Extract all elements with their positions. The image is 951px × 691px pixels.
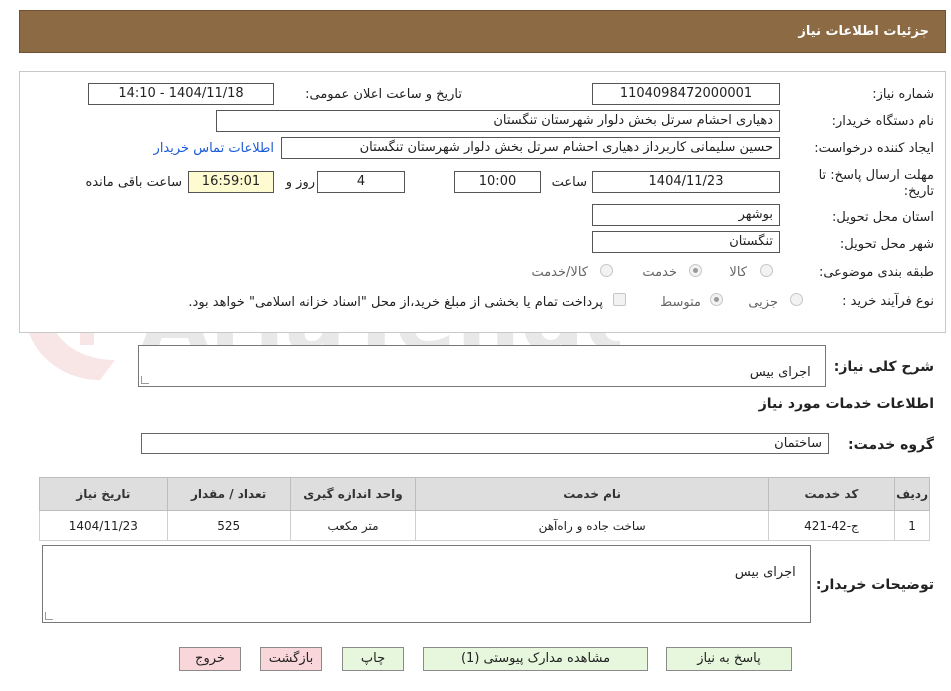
process-medium-radio[interactable] — [710, 293, 723, 306]
deadline-label-date: تاریخ: — [903, 184, 934, 199]
col-header-quantity: تعداد / مقدار — [166, 477, 291, 511]
col-header-unit: واحد اندازه گیری — [289, 477, 417, 511]
col-header-need-date: تاریخ نیاز — [39, 477, 168, 511]
creator-field: حسین سلیمانی کاربرداز دهیاری احشام سرتل … — [281, 137, 780, 159]
cell-quantity: 525 — [166, 510, 291, 541]
process-label: نوع فرآیند خرید : — [842, 294, 934, 309]
resize-handle[interactable] — [45, 612, 53, 620]
table-header-row: ردیف کد خدمت نام خدمت واحد اندازه گیری ت… — [39, 477, 930, 511]
category-label: طبقه بندی موضوعی: — [818, 265, 934, 280]
category-goods-service-label: کالا/خدمت — [531, 265, 588, 280]
category-service-label: خدمت — [642, 265, 677, 280]
services-table: ردیف کد خدمت نام خدمت واحد اندازه گیری ت… — [39, 477, 930, 541]
cell-service-name: ساخت جاده و راه‌آهن — [415, 510, 769, 541]
cell-row-number: 1 — [894, 510, 930, 541]
need-number-field: 1104098472000001 — [592, 83, 780, 105]
services-section-title: اطلاعات خدمات مورد نیاز — [758, 396, 934, 412]
buyer-notes-text: اجرای بیس — [734, 565, 796, 580]
days-field: 4 — [317, 171, 405, 193]
deadline-date-field: 1404/11/23 — [592, 171, 780, 193]
page-title: جزئیات اطلاعات نیاز — [798, 24, 929, 39]
category-goods-label: کالا — [729, 265, 747, 280]
page-header: جزئیات اطلاعات نیاز — [19, 10, 946, 53]
announce-field: 1404/11/18 - 14:10 — [88, 83, 274, 105]
buyer-notes-label: توضیحات خریدار: — [815, 577, 934, 593]
remaining-time-field: 16:59:01 — [188, 171, 274, 193]
days-label: روز و — [285, 175, 315, 190]
summary-text: اجرای بیس — [749, 365, 811, 380]
buyer-org-field: دهیاری احشام سرتل بخش دلوار شهرستان تنگس… — [216, 110, 780, 132]
back-button[interactable]: بازگشت — [260, 647, 322, 671]
service-group-field: ساختمان — [141, 433, 829, 454]
process-minor-radio[interactable] — [790, 293, 803, 306]
treasury-payment-note: پرداخت تمام یا بخشی از مبلغ خرید،از محل … — [188, 295, 603, 310]
col-header-row-number: ردیف — [894, 477, 930, 511]
deadline-time-field: 10:00 — [454, 171, 541, 193]
summary-label: شرح کلی نیاز: — [833, 359, 934, 375]
process-minor-label: جزیی — [748, 295, 778, 310]
print-button[interactable]: چاپ — [342, 647, 404, 671]
exit-button[interactable]: خروج — [179, 647, 241, 671]
col-header-service-name: نام خدمت — [415, 477, 769, 511]
cell-need-date: 1404/11/23 — [39, 510, 168, 541]
city-label: شهر محل تحویل: — [839, 237, 934, 252]
resize-handle[interactable] — [141, 376, 149, 384]
province-field: بوشهر — [592, 204, 780, 226]
table-row: 1 ج-42-421 ساخت جاده و راه‌آهن متر مکعب … — [39, 510, 930, 541]
category-goods-service-radio[interactable] — [600, 264, 613, 277]
cell-unit: متر مکعب — [289, 510, 417, 541]
need-number-label: شماره نیاز: — [872, 87, 934, 102]
process-medium-label: متوسط — [660, 295, 701, 310]
contact-info-link[interactable]: اطلاعات تماس خریدار — [154, 141, 274, 156]
cell-service-code: ج-42-421 — [767, 510, 896, 541]
treasury-payment-checkbox[interactable] — [613, 293, 626, 306]
deadline-label: مهلت ارسال پاسخ: تا — [818, 168, 934, 183]
reply-button[interactable]: پاسخ به نیاز — [666, 647, 792, 671]
province-label: استان محل تحویل: — [832, 210, 934, 225]
deadline-time-label: ساعت — [551, 175, 587, 190]
category-service-radio[interactable] — [689, 264, 702, 277]
service-group-label: گروه خدمت: — [848, 437, 934, 453]
remaining-time-label: ساعت باقی مانده — [85, 175, 182, 190]
buyer-org-label: نام دستگاه خریدار: — [831, 114, 934, 129]
col-header-service-code: کد خدمت — [767, 477, 896, 511]
creator-label: ایجاد کننده درخواست: — [814, 141, 934, 156]
summary-textarea: اجرای بیس — [138, 345, 826, 387]
attachments-button[interactable]: مشاهده مدارک پیوستی (1) — [423, 647, 648, 671]
category-goods-radio[interactable] — [760, 264, 773, 277]
buyer-notes-textarea: اجرای بیس — [42, 545, 811, 623]
city-field: تنگستان — [592, 231, 780, 253]
announce-label: تاریخ و ساعت اعلان عمومی: — [305, 87, 462, 102]
